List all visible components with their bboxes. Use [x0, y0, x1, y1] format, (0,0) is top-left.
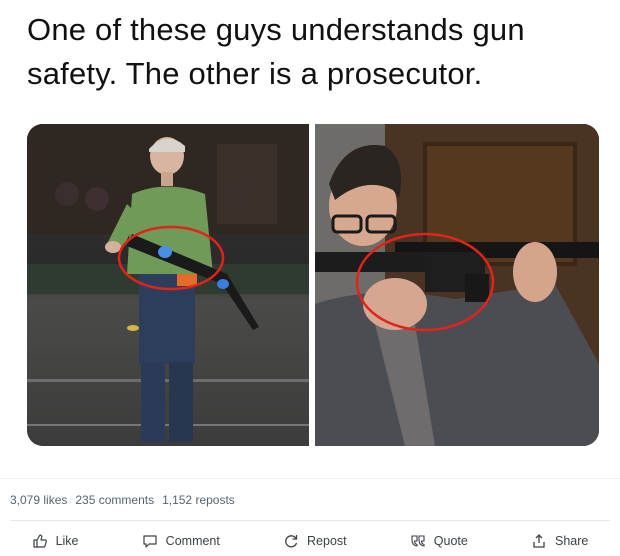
- photo-left-illustration: [27, 124, 309, 446]
- comment-button[interactable]: Comment: [134, 529, 228, 553]
- comment-label: Comment: [165, 534, 220, 548]
- like-label: Like: [55, 534, 79, 548]
- share-icon: [531, 533, 547, 549]
- photo-left-rifle-carrier[interactable]: [27, 124, 309, 446]
- quote-button[interactable]: Quote: [402, 529, 476, 553]
- share-label: Share: [555, 534, 589, 548]
- quote-label: Quote: [433, 534, 468, 548]
- quote-icon: [410, 533, 426, 549]
- thumbs-up-icon: [32, 533, 48, 549]
- divider: [0, 478, 620, 479]
- like-button[interactable]: Like: [24, 529, 87, 553]
- repost-icon: [283, 533, 299, 549]
- photo-right-illustration: [315, 124, 599, 446]
- photo-right-prosecutor[interactable]: [315, 124, 599, 446]
- repost-label: Repost: [307, 534, 347, 548]
- reposts-count[interactable]: 1,152 reposts: [162, 493, 235, 507]
- likes-count[interactable]: 3,079 likes: [10, 493, 67, 507]
- action-bar: Like Comment Repost Quote Share: [0, 527, 620, 555]
- post-media[interactable]: [27, 124, 599, 446]
- comments-count[interactable]: 235 comments: [75, 493, 154, 507]
- comment-icon: [142, 533, 158, 549]
- divider: [10, 520, 610, 521]
- post-text: One of these guys understands gun safety…: [27, 12, 525, 91]
- share-button[interactable]: Share: [523, 529, 596, 553]
- repost-button[interactable]: Repost: [275, 529, 355, 553]
- post-stats: 3,079 likes 235 comments 1,152 reposts: [10, 493, 235, 507]
